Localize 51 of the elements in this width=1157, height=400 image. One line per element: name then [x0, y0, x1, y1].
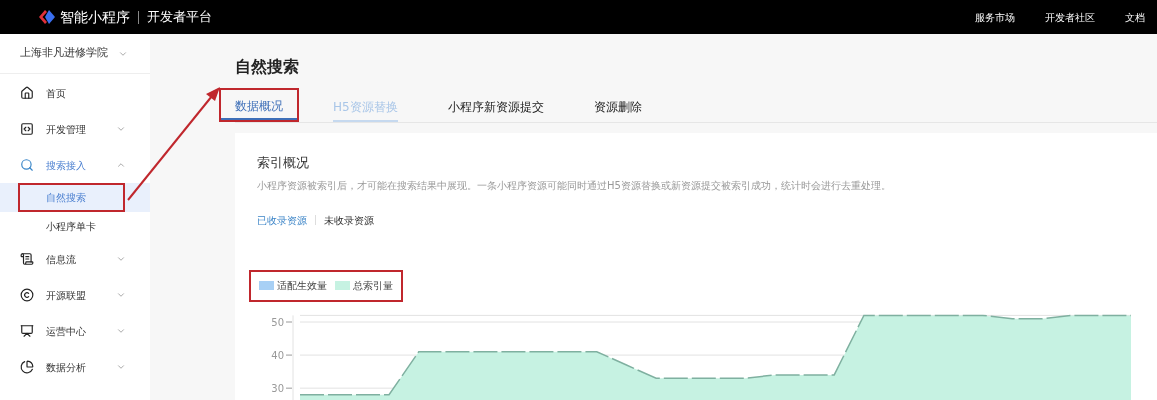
y-tick-label: 50 — [271, 316, 284, 328]
axis-tick: 50 — [271, 316, 293, 327]
sidebar-item[interactable]: 数据分析 — [0, 349, 150, 385]
chevron-icon — [116, 326, 126, 336]
page-title: 自然搜索 — [235, 56, 300, 78]
chart-screen-icon — [20, 324, 34, 338]
sidebar-item[interactable]: 运营中心 — [0, 313, 150, 349]
sidebar-subitem[interactable]: 自然搜索 — [0, 183, 150, 212]
y-tick-label: 40 — [271, 349, 284, 361]
nav-link[interactable]: 文档 — [1125, 9, 1145, 25]
search-icon — [20, 158, 34, 172]
sidebar-label: 运营中心 — [46, 324, 87, 339]
pie-chart-icon — [20, 360, 34, 374]
chevron-icon — [116, 124, 126, 134]
sidebar-item[interactable]: 开源联盟 — [0, 277, 150, 313]
sidebar-item[interactable]: 搜索接入 — [0, 147, 150, 183]
tab[interactable]: 小程序新资源提交 — [447, 94, 544, 122]
sidebar-label: 开发管理 — [46, 122, 87, 137]
sidebar-item[interactable]: 信息流 — [0, 241, 150, 277]
house-icon — [20, 86, 34, 100]
legend-label: 适配生效量 — [277, 279, 327, 293]
axis-tick: 40 — [271, 349, 293, 361]
code-icon — [20, 122, 34, 136]
chevron-icon — [116, 290, 126, 300]
sidebar-label: 开源联盟 — [46, 288, 87, 303]
tab[interactable]: 资源删除 — [593, 94, 642, 122]
circle-c-icon — [20, 288, 34, 302]
list-icon — [20, 252, 34, 266]
nav-link[interactable]: 服务市场 — [975, 9, 1015, 25]
sidebar-item[interactable]: 首页 — [0, 75, 150, 111]
sidebar-label: 信息流 — [46, 252, 77, 267]
chevron-icon — [116, 254, 126, 264]
product-name: 开发者平台 — [147, 8, 212, 27]
brand-name: 智能小程序 — [60, 7, 130, 27]
nav-link[interactable]: 开发者社区 — [1045, 9, 1095, 25]
chevron-icon — [116, 362, 126, 372]
filter-tab[interactable]: 未收录资源 — [324, 212, 374, 228]
logo-icon — [38, 9, 56, 25]
sidebar-label: 首页 — [46, 86, 67, 101]
chevron-icon — [116, 160, 126, 170]
sidebar-label: 数据分析 — [46, 360, 87, 375]
account-selector[interactable]: 上海非凡进修学院 — [0, 34, 150, 74]
tab[interactable]: 数据概况 — [221, 90, 297, 120]
filter-tab[interactable]: 已收录资源 — [257, 212, 307, 228]
sidebar-subitem[interactable]: 小程序单卡 — [0, 212, 150, 241]
legend-label: 总索引量 — [353, 279, 393, 293]
card-title: 索引概况 — [257, 154, 310, 172]
sidebar-label: 搜索接入 — [46, 158, 87, 173]
sidebar-item[interactable]: 开发管理 — [0, 111, 150, 147]
axis-tick: 30 — [271, 382, 293, 394]
y-tick-label: 30 — [271, 382, 284, 394]
